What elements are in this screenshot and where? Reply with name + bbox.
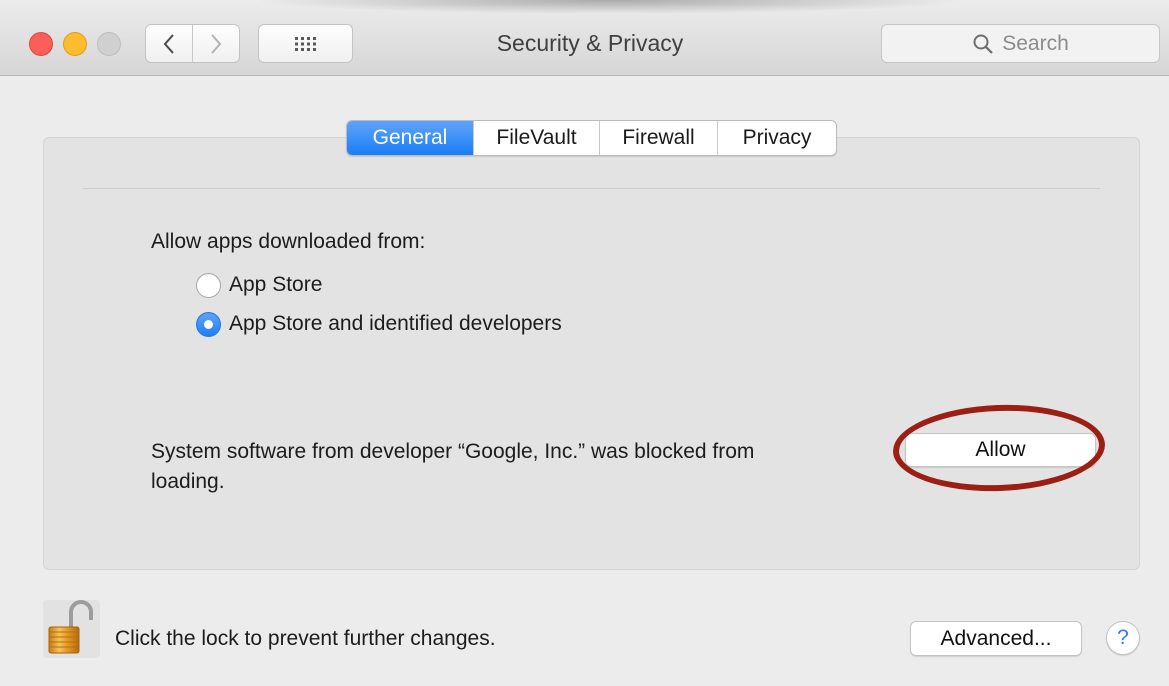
radio-label: App Store and identified developers xyxy=(229,312,562,335)
chevron-left-icon xyxy=(163,33,174,54)
radio-button[interactable] xyxy=(196,272,221,298)
grid-icon xyxy=(294,36,316,51)
search-icon xyxy=(973,34,993,54)
tab-privacy[interactable]: Privacy xyxy=(717,121,836,155)
chevron-right-icon xyxy=(211,33,222,54)
radio-option-identified-developers[interactable]: App Store and identified developers xyxy=(196,310,562,338)
minimize-button[interactable] xyxy=(63,32,87,56)
window-title: Security & Privacy xyxy=(496,30,684,56)
allow-apps-heading: Allow apps downloaded from: xyxy=(151,230,426,253)
back-forward-group xyxy=(145,24,240,63)
unlocked-padlock-icon xyxy=(48,600,93,654)
advanced-button[interactable]: Advanced... xyxy=(910,621,1082,656)
lock-button[interactable] xyxy=(43,600,100,658)
settings-panel xyxy=(43,137,1140,570)
tab-bar: General FileVault Firewall Privacy xyxy=(346,120,837,156)
close-button[interactable] xyxy=(29,32,53,56)
lock-status-text: Click the lock to prevent further change… xyxy=(115,627,496,650)
security-privacy-window: Security & Privacy Search General FileVa… xyxy=(0,0,1169,686)
blocked-software-message: System software from developer “Google, … xyxy=(151,440,755,493)
search-field[interactable]: Search xyxy=(881,24,1160,63)
radio-label: App Store xyxy=(229,273,323,296)
tab-firewall[interactable]: Firewall xyxy=(599,121,717,155)
back-button[interactable] xyxy=(146,25,192,62)
search-placeholder: Search xyxy=(1002,31,1069,55)
title-bar: Security & Privacy Search xyxy=(0,0,1169,76)
radio-option-app-store[interactable]: App Store xyxy=(196,271,322,299)
show-all-button[interactable] xyxy=(258,24,353,63)
allow-button[interactable]: Allow xyxy=(905,433,1096,467)
zoom-button[interactable] xyxy=(97,32,121,56)
divider xyxy=(83,188,1100,189)
tab-filevault[interactable]: FileVault xyxy=(473,121,599,155)
forward-button[interactable] xyxy=(192,25,239,62)
radio-button-selected[interactable] xyxy=(196,311,221,337)
tab-general[interactable]: General xyxy=(347,121,473,155)
help-button[interactable]: ? xyxy=(1106,621,1140,655)
